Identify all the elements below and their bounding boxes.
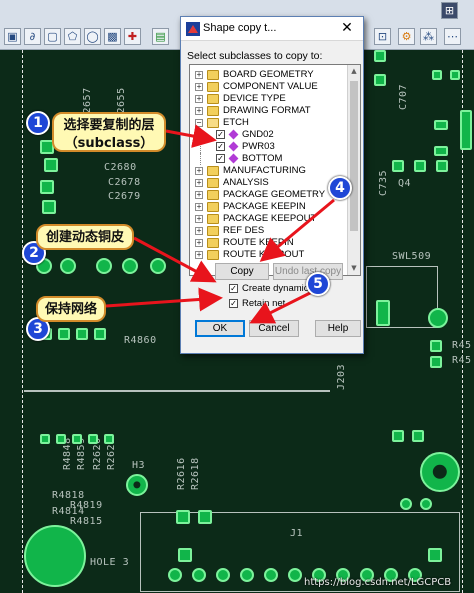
callout-select-layer: 选择要复制的层 （subclass） <box>52 112 166 152</box>
callout-create-dynamic: 创建动态铜皮 <box>36 224 134 250</box>
step-5-badge: 5 <box>306 272 330 296</box>
step-4-badge: 4 <box>328 176 352 200</box>
callout-select-layer-line1: 选择要复制的层 <box>63 118 155 133</box>
arrow-to-copy <box>259 198 335 262</box>
callout-select-layer-line2: （subclass） <box>64 136 154 151</box>
step-1-badge: 1 <box>26 111 50 135</box>
arrow-to-create-dynamic <box>133 236 217 283</box>
callout-retain-net: 保持网络 <box>36 296 106 322</box>
watermark: https://blog.csdn.net/LGCPCB <box>304 577 452 588</box>
arrow-to-ok <box>249 290 313 324</box>
arrow-to-etch-layers <box>165 124 217 148</box>
arrow-to-retain-net <box>105 287 223 312</box>
